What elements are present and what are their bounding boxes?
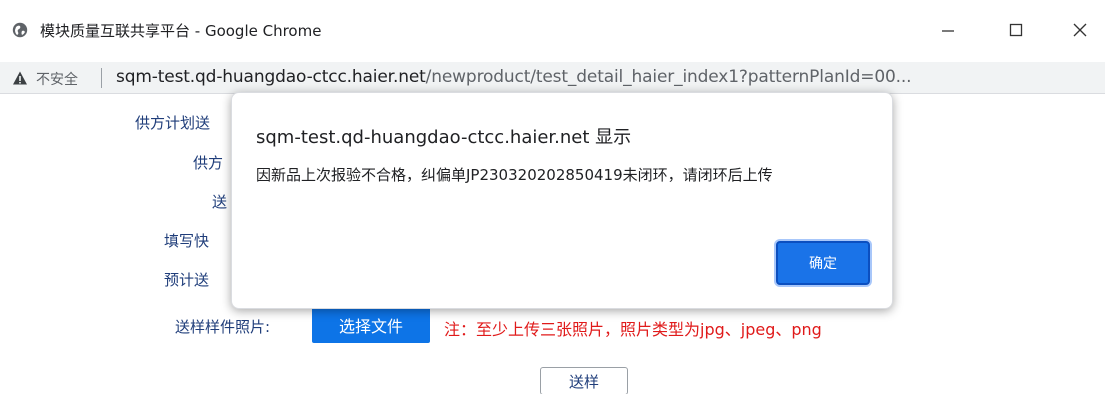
close-icon[interactable] [1068, 18, 1092, 42]
warning-triangle-icon[interactable] [12, 70, 28, 86]
form-label-express: 填写快 [164, 232, 210, 250]
form-label-expected: 预计送 [164, 271, 210, 289]
address-divider [101, 68, 102, 88]
ok-button[interactable]: 确定 [776, 241, 870, 285]
window-title: 模块质量互联共享平台 - Google Chrome [40, 22, 322, 40]
alert-dialog: sqm-test.qd-huangdao-ctcc.haier.net 显示 因… [231, 92, 893, 309]
dialog-message: 因新品上次报验不合格，纠偏单JP230320202850419未闭环，请闭环后上… [256, 166, 773, 184]
maximize-icon[interactable] [1004, 18, 1028, 42]
globe-icon [12, 22, 28, 38]
form-label-send: 送 [212, 193, 228, 211]
form-label-plan: 供方计划送 [135, 114, 211, 132]
dialog-title: sqm-test.qd-huangdao-ctcc.haier.net 显示 [256, 127, 632, 148]
url-text[interactable]: sqm-test.qd-huangdao-ctcc.haier.net/newp… [116, 67, 1101, 87]
submit-sample-button[interactable]: 送样 [540, 367, 628, 394]
url-path: /newproduct/test_detail_haier_index1?pat… [425, 67, 912, 87]
photo-label: 送样样件照片: [175, 318, 271, 336]
address-bar[interactable]: 不安全 sqm-test.qd-huangdao-ctcc.haier.net/… [0, 62, 1105, 94]
window-title-bar: 模块质量互联共享平台 - Google Chrome [0, 0, 1105, 62]
minimize-icon[interactable] [936, 18, 960, 42]
url-host: sqm-test.qd-huangdao-ctcc.haier.net [116, 67, 426, 87]
choose-file-button[interactable]: 选择文件 [312, 307, 430, 343]
upload-note: 注：至少上传三张照片，照片类型为jpg、jpeg、png [444, 320, 822, 339]
security-label[interactable]: 不安全 [36, 69, 78, 89]
form-label-supplier: 供方 [193, 154, 224, 172]
